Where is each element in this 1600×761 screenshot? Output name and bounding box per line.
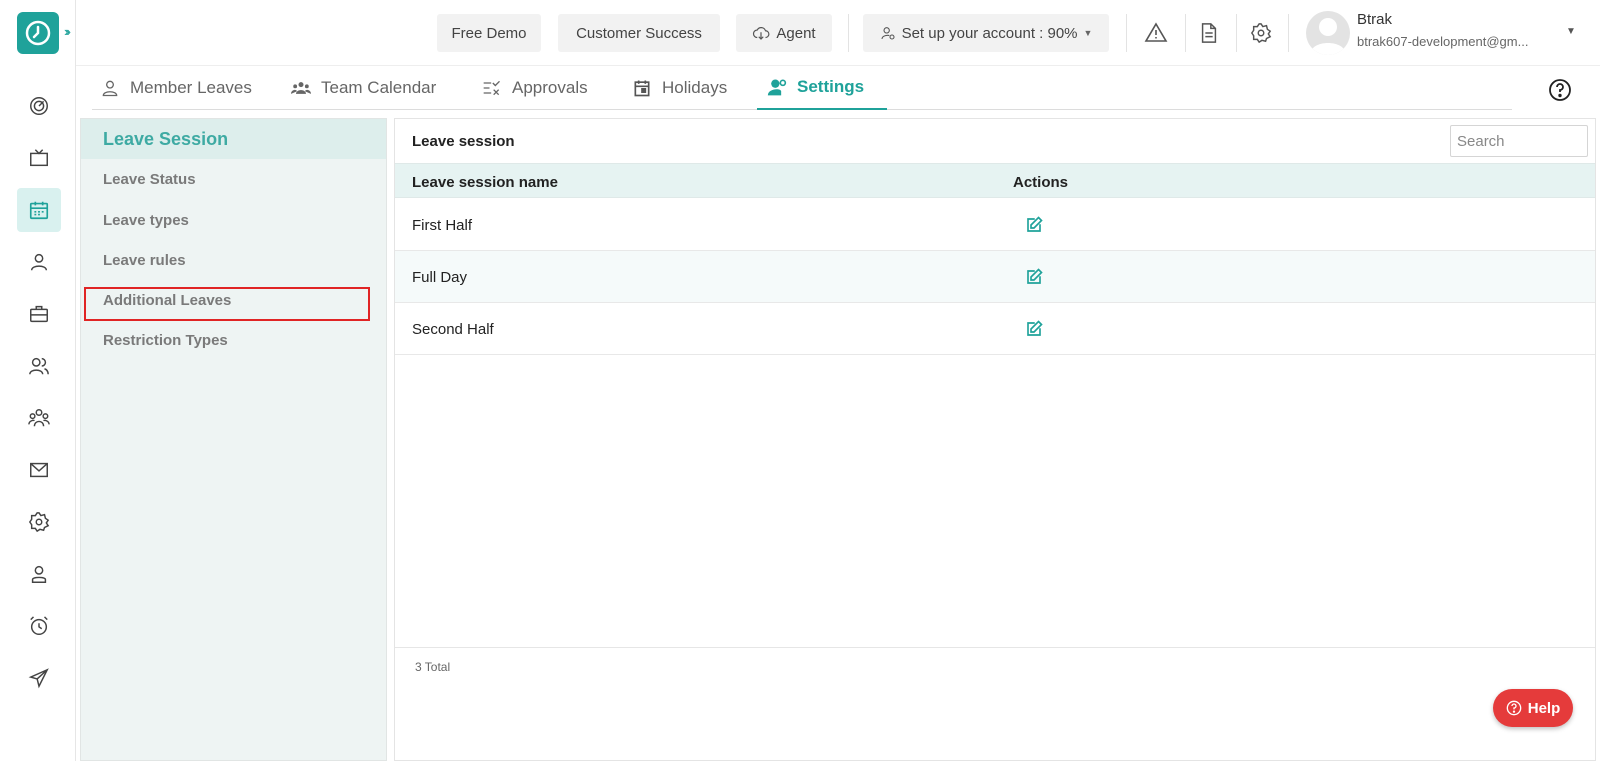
divider bbox=[1185, 14, 1186, 52]
calendar-icon bbox=[634, 80, 650, 97]
help-button-label: Help bbox=[1527, 699, 1561, 717]
tab-label: Team Calendar bbox=[321, 78, 437, 97]
free-demo-label: Free Demo bbox=[451, 24, 527, 42]
tab-holidays[interactable]: Holidays bbox=[632, 66, 727, 110]
person-icon bbox=[102, 80, 118, 97]
divider bbox=[1236, 14, 1237, 52]
mail-icon[interactable] bbox=[17, 448, 61, 492]
leave-session-panel: Leave session Leave session name Actions… bbox=[394, 118, 1596, 761]
tab-settings[interactable]: Settings bbox=[757, 66, 887, 110]
highlight-box bbox=[84, 287, 370, 321]
session-name-cell: First Half bbox=[412, 217, 472, 234]
user-email: btrak607-development@gm... bbox=[1357, 34, 1529, 49]
user-icon[interactable] bbox=[17, 240, 61, 284]
tab-label: Settings bbox=[797, 77, 865, 96]
panel-title: Leave session bbox=[412, 133, 515, 150]
divider bbox=[1288, 14, 1289, 52]
edit-icon[interactable] bbox=[1025, 320, 1043, 338]
expand-rail-icon[interactable]: ››› bbox=[64, 24, 71, 39]
side-menu-header-label: Leave Session bbox=[103, 128, 229, 149]
search-input[interactable] bbox=[1450, 125, 1588, 157]
session-name-cell: Full Day bbox=[412, 269, 468, 286]
avatar[interactable] bbox=[1306, 11, 1350, 55]
chevron-down-icon: ▼ bbox=[1083, 28, 1093, 38]
tv-icon[interactable] bbox=[17, 136, 61, 180]
table-footer-divider bbox=[395, 647, 1595, 648]
side-item-leave-status[interactable]: Leave Status bbox=[103, 171, 196, 188]
divider bbox=[848, 14, 849, 52]
tab-member-leaves[interactable]: Member Leaves bbox=[100, 66, 252, 110]
leave-tabs: Member Leaves Team Calendar Approvals Ho… bbox=[92, 66, 1512, 110]
top-bar: Free Demo Customer Success Agent Set up … bbox=[76, 0, 1600, 66]
total-count: 3 Total bbox=[415, 660, 451, 674]
app-logo-icon[interactable] bbox=[17, 12, 59, 54]
user-menu-chevron-icon[interactable]: ▼ bbox=[1566, 26, 1576, 37]
team-icon bbox=[291, 82, 311, 94]
free-demo-button[interactable]: Free Demo bbox=[437, 14, 541, 52]
user-settings-icon bbox=[767, 79, 787, 96]
briefcase-icon[interactable] bbox=[17, 292, 61, 336]
side-item-leave-types[interactable]: Leave types bbox=[103, 212, 189, 229]
send-icon[interactable] bbox=[17, 656, 61, 700]
dashboard-icon[interactable] bbox=[17, 84, 61, 128]
session-name-cell: Second Half bbox=[412, 321, 494, 338]
profile-icon[interactable] bbox=[17, 552, 61, 596]
user-setup-icon bbox=[881, 27, 895, 40]
help-button[interactable]: Help bbox=[1493, 689, 1573, 727]
document-icon[interactable] bbox=[1196, 20, 1222, 46]
user-name: Btrak bbox=[1357, 11, 1393, 28]
approvals-icon bbox=[483, 80, 500, 96]
gear-icon[interactable] bbox=[17, 500, 61, 544]
column-header-actions: Actions bbox=[1013, 174, 1069, 191]
tab-approvals[interactable]: Approvals bbox=[482, 66, 588, 110]
cloud-download-icon bbox=[753, 27, 770, 40]
tab-label: Holidays bbox=[662, 78, 728, 97]
alarm-icon[interactable] bbox=[17, 604, 61, 648]
settings-gear-icon[interactable] bbox=[1248, 20, 1274, 46]
team-icon[interactable] bbox=[17, 396, 61, 440]
leave-calendar-icon[interactable] bbox=[17, 188, 61, 232]
table-row: Second Half bbox=[395, 303, 1595, 355]
app-root: ››› Free Demo Customer Success Agent Set… bbox=[0, 0, 1600, 761]
tab-team-calendar[interactable]: Team Calendar bbox=[291, 66, 436, 110]
customer-success-button[interactable]: Customer Success bbox=[558, 14, 720, 52]
side-menu-header[interactable]: Leave Session bbox=[81, 119, 386, 159]
side-item-leave-rules[interactable]: Leave rules bbox=[103, 252, 186, 269]
users-icon[interactable] bbox=[17, 344, 61, 388]
side-item-restriction-types[interactable]: Restriction Types bbox=[103, 332, 228, 349]
setup-account-label: Set up your account : 90% bbox=[901, 24, 1078, 42]
tab-label: Approvals bbox=[512, 78, 588, 97]
table-row: Full Day bbox=[395, 251, 1595, 303]
question-circle-icon bbox=[1506, 700, 1522, 716]
left-rail: ››› bbox=[0, 0, 76, 761]
agent-label: Agent bbox=[776, 24, 816, 42]
tab-label: Member Leaves bbox=[130, 78, 252, 97]
warning-icon[interactable] bbox=[1143, 20, 1169, 46]
edit-icon[interactable] bbox=[1025, 268, 1043, 286]
agent-button[interactable]: Agent bbox=[736, 14, 832, 52]
table-header: Leave session name Actions bbox=[395, 163, 1595, 198]
divider bbox=[1126, 14, 1127, 52]
table-row: First Half bbox=[395, 199, 1595, 251]
edit-icon[interactable] bbox=[1025, 216, 1043, 234]
help-question-icon[interactable] bbox=[1548, 78, 1572, 102]
settings-side-menu: Leave Session Leave Status Leave types L… bbox=[80, 118, 387, 761]
setup-account-dropdown[interactable]: Set up your account : 90% ▼ bbox=[863, 14, 1109, 52]
customer-success-label: Customer Success bbox=[576, 24, 702, 42]
column-header-name[interactable]: Leave session name bbox=[412, 174, 558, 191]
